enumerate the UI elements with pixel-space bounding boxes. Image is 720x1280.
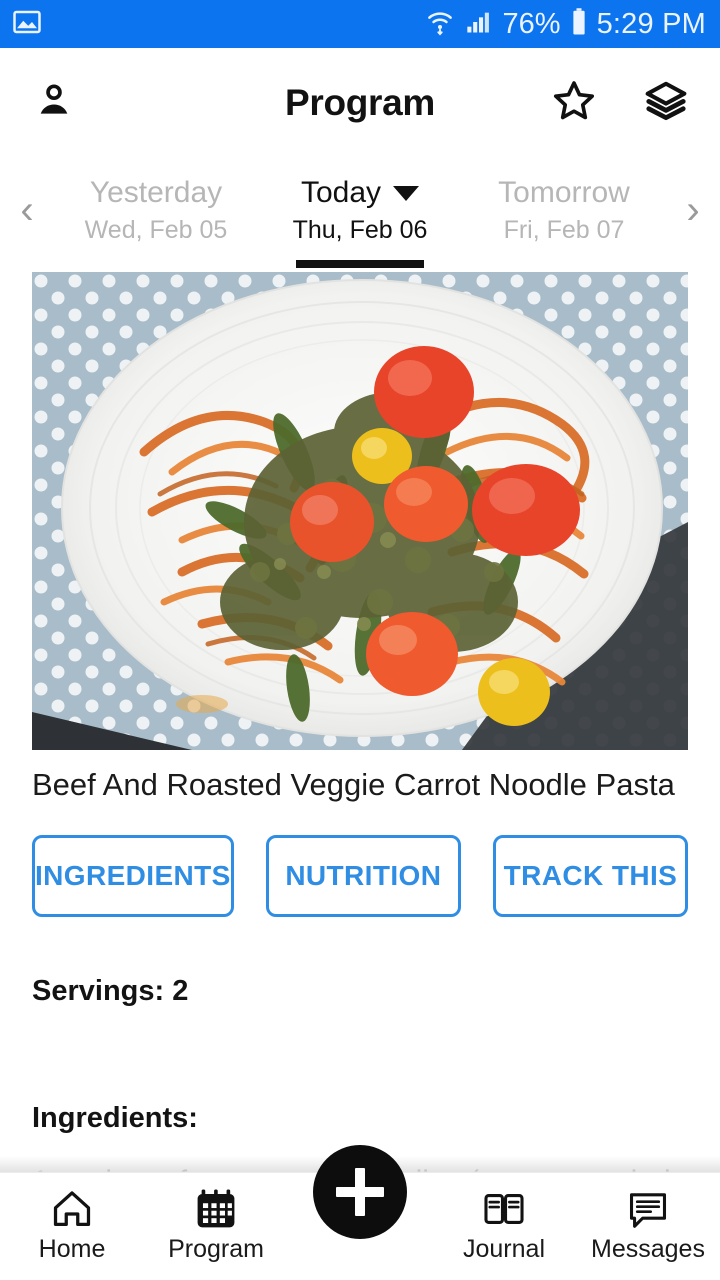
plus-icon-bar [336, 1187, 384, 1197]
day-tab-date: Fri, Feb 07 [503, 215, 625, 244]
recipe-photo[interactable] [32, 272, 688, 750]
day-tab-label: Today [300, 176, 382, 210]
layers-icon [644, 79, 688, 128]
recipe-action-buttons: INGREDIENTS NUTRITION TRACK THIS [0, 803, 720, 918]
message-icon [625, 1185, 671, 1233]
day-tabs: Yesterday Wed, Feb 05 Today Thu, Feb 06 … [54, 158, 666, 268]
day-tab-date: Wed, Feb 05 [84, 215, 228, 244]
home-icon [49, 1185, 95, 1233]
favorite-button[interactable] [546, 75, 602, 131]
day-tab-yesterday[interactable]: Yesterday Wed, Feb 05 [54, 158, 258, 268]
layers-button[interactable] [638, 75, 694, 131]
track-this-button[interactable]: TRACK THIS [492, 835, 689, 918]
day-tab-tomorrow[interactable]: Tomorrow Fri, Feb 07 [462, 158, 666, 268]
image-icon [12, 7, 42, 42]
servings-label: Servings: 2 [32, 975, 189, 1008]
nav-label-program: Program [168, 1235, 264, 1263]
prev-day-button[interactable]: ‹ [0, 190, 54, 236]
day-tab-today[interactable]: Today Thu, Feb 06 [258, 158, 462, 268]
account-button[interactable] [26, 75, 82, 131]
person-icon [33, 80, 75, 127]
star-outline-icon [551, 78, 597, 129]
nav-label-messages: Messages [591, 1235, 705, 1263]
day-tab-label-row: Today [300, 174, 420, 212]
app-bar: Program [0, 48, 720, 158]
wifi-icon [425, 7, 455, 42]
bottom-navigation: Home Program Journal Messages [0, 1145, 720, 1280]
book-icon [481, 1185, 527, 1233]
recipe-content-scroll[interactable]: Beef And Roasted Veggie Carrot Noodle Pa… [0, 268, 720, 1172]
ingredients-heading: Ingredients: [32, 1102, 198, 1135]
status-bar-left [12, 7, 42, 42]
next-day-button[interactable]: › [666, 190, 720, 236]
status-bar: 76% 5:29 PM [0, 0, 720, 48]
nav-item-program[interactable]: Program [144, 1173, 288, 1262]
day-tab-date: Thu, Feb 06 [292, 215, 428, 244]
cellular-signal-icon [464, 8, 494, 41]
clock-time: 5:29 PM [596, 7, 706, 40]
chevron-down-icon[interactable] [393, 185, 420, 201]
status-bar-right: 76% 5:29 PM [425, 7, 706, 42]
nav-label-home: Home [38, 1235, 106, 1263]
recipe-title: Beef And Roasted Veggie Carrot Noodle Pa… [32, 767, 675, 802]
add-button[interactable] [313, 1145, 407, 1239]
day-tab-label: Tomorrow [498, 176, 630, 210]
calendar-icon [193, 1185, 239, 1233]
nav-label-journal: Journal [463, 1235, 545, 1263]
nav-item-messages[interactable]: Messages [576, 1173, 720, 1262]
battery-icon [570, 7, 588, 42]
nav-item-home[interactable]: Home [0, 1173, 144, 1262]
app-bar-actions [546, 75, 694, 131]
date-navigation: ‹ Yesterday Wed, Feb 05 Today Thu, Feb 0… [0, 158, 720, 268]
nutrition-button[interactable]: NUTRITION [265, 835, 461, 918]
day-tab-label: Yesterday [89, 176, 223, 210]
nav-item-journal[interactable]: Journal [432, 1173, 576, 1262]
ingredients-button[interactable]: INGREDIENTS [32, 835, 234, 918]
recipe-photo-image [32, 272, 688, 750]
battery-percent: 76% [502, 7, 561, 40]
